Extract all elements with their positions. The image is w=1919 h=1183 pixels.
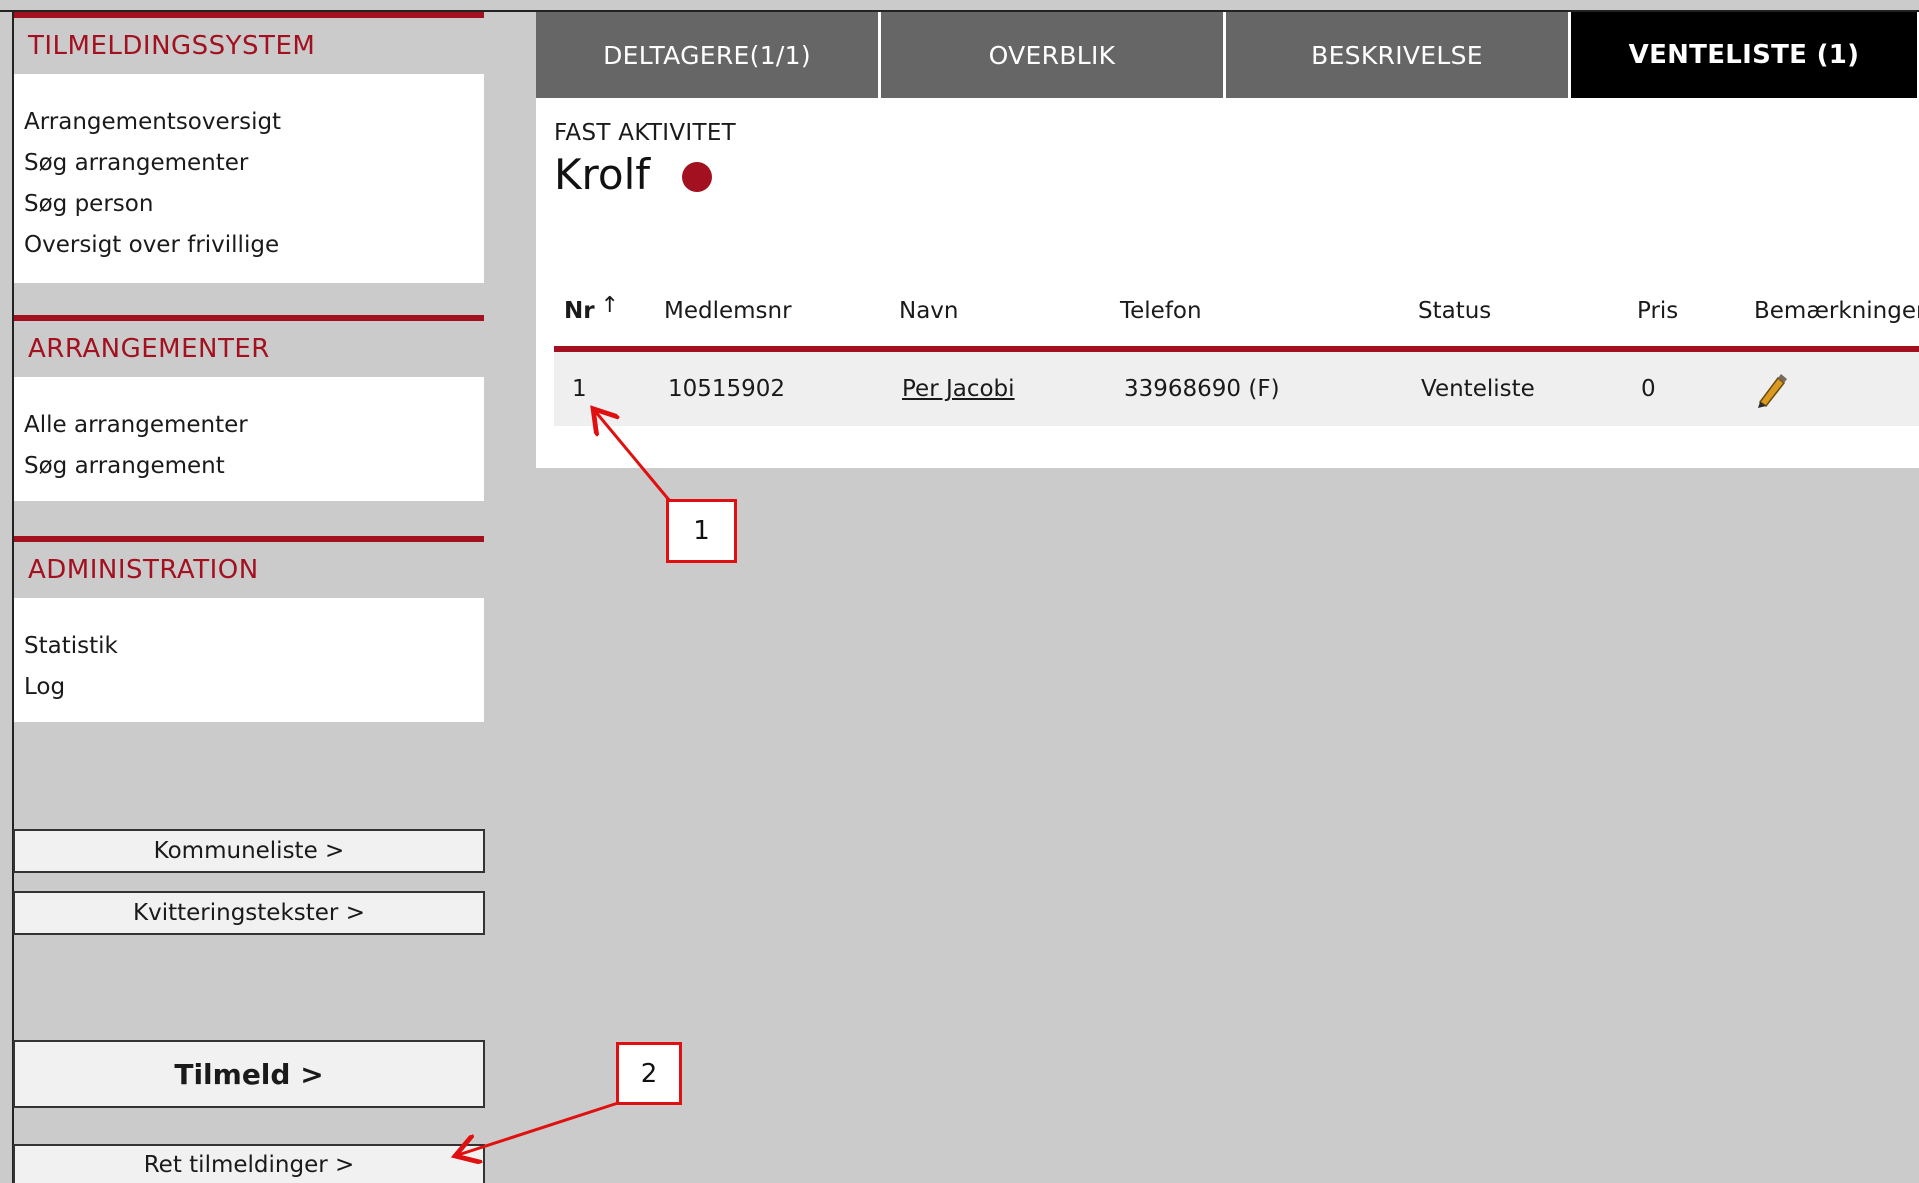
sidebar-menu-system: Arrangementsoversigt Søg arrangementer S… <box>14 74 484 283</box>
screen: TILMELDINGSSYSTEM Arrangementsoversigt S… <box>0 0 1919 1183</box>
activity-name: Krolf <box>554 150 651 199</box>
column-header-telefon: Telefon <box>1120 298 1202 324</box>
tab-bar: DELTAGERE(1/1) OVERBLIK BESKRIVELSE VENT… <box>536 12 1917 98</box>
annotation-callout-1: 1 <box>666 499 737 563</box>
column-header-nr-label: Nr <box>564 298 595 324</box>
table-header: Nr ↑ Medlemsnr Navn Telefon Status Pris B… <box>554 282 1919 340</box>
tab-venteliste[interactable]: VENTELISTE (1) <box>1571 12 1917 98</box>
tab-overblik[interactable]: OVERBLIK <box>881 12 1223 98</box>
column-header-navn: Navn <box>899 298 959 324</box>
cell-status: Venteliste <box>1421 376 1535 402</box>
ret-tilmeldinger-button[interactable]: Ret tilmeldinger > <box>13 1144 485 1183</box>
kommuneliste-button[interactable]: Kommuneliste > <box>13 829 485 873</box>
column-header-status: Status <box>1418 298 1492 324</box>
tab-deltagere[interactable]: DELTAGERE(1/1) <box>536 12 878 98</box>
column-header-medlemsnr: Medlemsnr <box>664 298 792 324</box>
annotation-callout-2: 2 <box>616 1042 682 1105</box>
cell-medlemsnr: 10515902 <box>668 376 786 402</box>
sidebar-header-system: TILMELDINGSSYSTEM <box>14 12 484 74</box>
sidebar-header-admin: ADMINISTRATION <box>14 536 484 598</box>
cell-pris: 0 <box>1641 376 1656 402</box>
cell-nr: 1 <box>572 376 587 402</box>
kvitteringstekster-button[interactable]: Kvitteringstekster > <box>13 891 485 935</box>
sidebar-item-statistik[interactable]: Statistik <box>24 626 484 667</box>
arrow-up-icon: ↑ <box>600 293 620 318</box>
activity-type-label: FAST AKTIVITET <box>554 120 737 146</box>
tab-beskrivelse[interactable]: BESKRIVELSE <box>1226 12 1568 98</box>
table-row: 1 10515902 Per Jacobi 33968690 (F) Vente… <box>554 352 1919 426</box>
sidebar-section-system: TILMELDINGSSYSTEM Arrangementsoversigt S… <box>14 12 484 283</box>
sidebar-item-arrangementsoversigt[interactable]: Arrangementsoversigt <box>24 102 484 143</box>
column-header-pris: Pris <box>1637 298 1679 324</box>
sidebar-item-oversigt-frivillige[interactable]: Oversigt over frivillige <box>24 225 484 266</box>
participant-name-link[interactable]: Per Jacobi <box>902 352 1015 426</box>
main-panel: DELTAGERE(1/1) OVERBLIK BESKRIVELSE VENT… <box>536 12 1919 468</box>
sidebar-item-alle-arrangementer[interactable]: Alle arrangementer <box>24 405 484 446</box>
sidebar-section-events: ARRANGEMENTER Alle arrangementer Søg arr… <box>14 315 484 501</box>
sidebar-section-admin: ADMINISTRATION Statistik Log <box>14 536 484 722</box>
sidebar-item-log[interactable]: Log <box>24 667 484 708</box>
status-dot-icon <box>682 161 713 192</box>
pencil-icon[interactable] <box>1754 372 1788 412</box>
column-header-nr[interactable]: Nr ↑ <box>564 282 619 340</box>
sidebar-item-soeg-person[interactable]: Søg person <box>24 184 484 225</box>
tilmeld-button[interactable]: Tilmeld > <box>13 1040 485 1108</box>
sidebar-menu-admin: Statistik Log <box>14 598 484 722</box>
sidebar-menu-events: Alle arrangementer Søg arrangement <box>14 377 484 501</box>
cell-telefon: 33968690 (F) <box>1124 376 1280 402</box>
page-title: Krolf <box>554 150 713 199</box>
sidebar-item-soeg-arrangementer[interactable]: Søg arrangementer <box>24 143 484 184</box>
column-header-bemaerkninger: Bemærkninger <box>1754 298 1919 324</box>
sidebar-item-soeg-arrangement[interactable]: Søg arrangement <box>24 446 484 487</box>
sidebar-header-events: ARRANGEMENTER <box>14 315 484 377</box>
